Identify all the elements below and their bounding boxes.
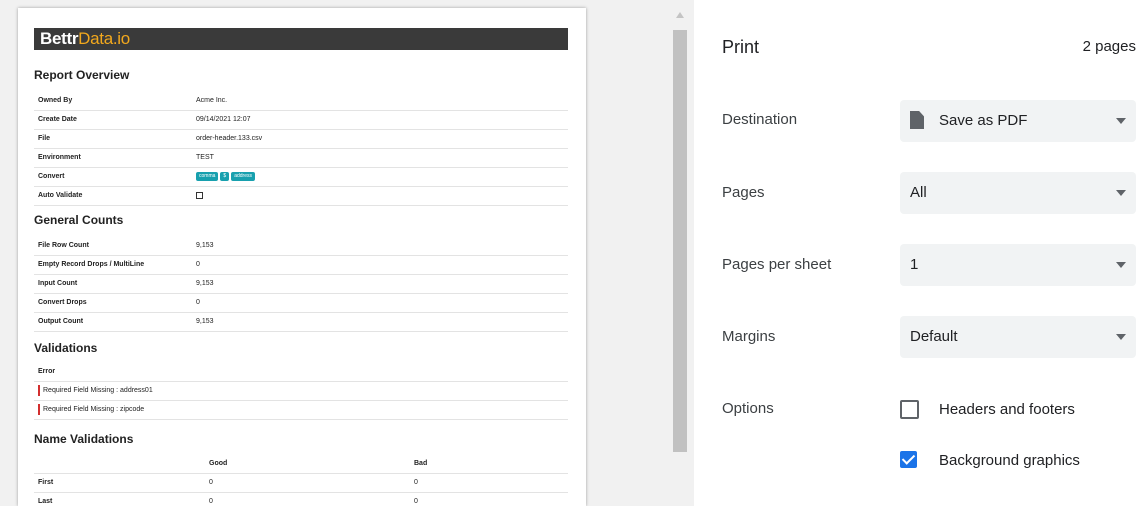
margins-label: Margins [722,328,776,345]
error-marker [38,385,40,396]
convert-tags: comma $ address [196,168,257,186]
destination-value: Save as PDF [939,112,1028,129]
table-row: Empty Record Drops / MultiLine 0 [34,256,568,275]
scroll-up-arrow-icon[interactable] [676,12,684,18]
overview-table: Owned By Acme Inc. Create Date 09/14/2021 … [34,92,568,206]
general-counts-table: File Row Count 9,153 Empty Record Drops /… [34,237,568,332]
general-counts-title: General Counts [34,213,124,227]
table-row: Output Count 9,153 [34,313,568,332]
background-graphics-label[interactable]: Background graphics [939,452,1080,469]
table-row: Convert Drops 0 [34,294,568,313]
table-row: File Row Count 9,153 [34,237,568,256]
headers-footers-label[interactable]: Headers and footers [939,401,1075,418]
destination-label: Destination [722,111,798,128]
table-row: Owned By Acme Inc. [34,92,568,111]
validations-title: Validations [34,341,98,355]
pages-per-sheet-value: 1 [910,256,919,273]
print-title: Print [722,37,760,57]
table-row: First 0 0 [34,474,568,493]
chevron-down-icon [1116,190,1126,196]
table-row: Required Field Missing : address01 [34,382,568,401]
convert-tag: $ [220,171,230,181]
pages-per-sheet-label: Pages per sheet [722,256,832,273]
print-preview-area: BettrData.io Report Overview Owned By Acm… [0,0,694,506]
scrollbar-thumb[interactable] [673,30,687,452]
table-row: Auto Validate [34,187,568,206]
pages-select[interactable]: All [900,172,1136,214]
table-row: Required Field Missing : zipcode [34,401,568,420]
table-row: Input Count 9,153 [34,275,568,294]
margins-value: Default [910,328,958,345]
page-count: 2 pages [1082,38,1136,55]
table-row: File order-header.133.csv [34,130,568,149]
validations-header: Error [34,363,568,382]
headers-footers-checkbox[interactable] [900,400,919,419]
chevron-down-icon [1116,118,1126,124]
destination-select[interactable]: Save as PDF [900,100,1136,142]
print-settings-panel: Print 2 pages Destination Save as PDF Pa… [694,0,1138,506]
convert-tag: comma [196,171,219,181]
bettrdata-logo: BettrData.io [40,29,130,48]
table-row: Create Date 09/14/2021 12:07 [34,111,568,130]
options-label: Options [722,400,774,417]
chevron-down-icon [1116,262,1126,268]
preview-page: BettrData.io Report Overview Owned By Acm… [18,8,586,506]
pages-value: All [910,184,927,201]
name-validations-table: Good Bad First 0 0 Last 0 0 [34,455,568,506]
report-overview-title: Report Overview [34,68,130,82]
pages-per-sheet-select[interactable]: 1 [900,244,1136,286]
name-validations-title: Name Validations [34,432,134,446]
validations-table: Error Required Field Missing : address01… [34,363,568,420]
margins-select[interactable]: Default [900,316,1136,358]
table-row: Environment TEST [34,149,568,168]
error-marker [38,404,40,415]
auto-validate-checkbox-icon [196,191,203,199]
pages-label: Pages [722,184,765,201]
report-logo-bar: BettrData.io [34,28,568,50]
table-row: Last 0 0 [34,493,568,506]
chevron-down-icon [1116,334,1126,340]
preview-scrollbar[interactable] [671,8,689,506]
background-graphics-checkbox[interactable] [900,451,917,468]
table-header-row: Good Bad [34,455,568,474]
pdf-document-icon [910,111,924,129]
table-row: Convert comma $ address [34,168,568,187]
convert-tag: address [231,171,255,181]
